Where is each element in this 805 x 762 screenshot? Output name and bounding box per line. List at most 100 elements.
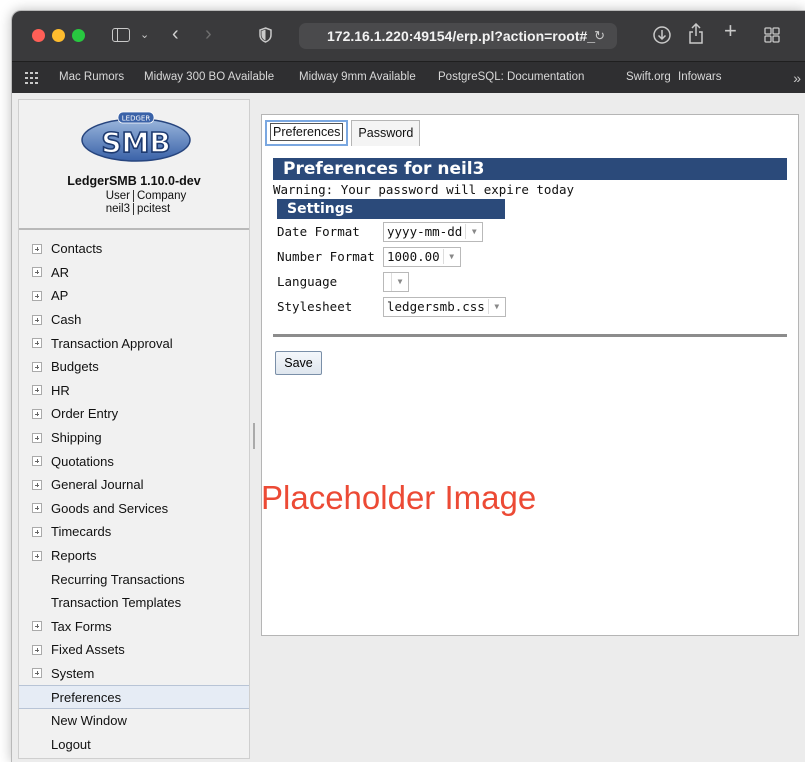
- expand-plus-icon[interactable]: [32, 621, 42, 632]
- sidebar-item-general-journal[interactable]: General Journal: [19, 473, 249, 497]
- sidebar-item-label: Fixed Assets: [51, 642, 125, 658]
- expand-plus-icon[interactable]: [32, 385, 42, 396]
- sidebar-item-reports[interactable]: Reports: [19, 544, 249, 568]
- number-format-label: Number Format: [277, 249, 375, 264]
- sidebar-item-logout[interactable]: Logout: [19, 732, 249, 756]
- close-window-button[interactable]: [32, 29, 45, 42]
- bookmarks-bar: Mac Rumors Midway 300 BO Available Midwa…: [12, 61, 805, 93]
- browser-window: ⌄ ‹ › 172.16.1.220:49154/erp.pl?action=r…: [11, 10, 805, 762]
- back-icon[interactable]: ‹: [172, 24, 179, 44]
- sidebar-item-recurring-transactions[interactable]: Recurring Transactions: [19, 567, 249, 591]
- expand-plus-icon[interactable]: [32, 267, 42, 278]
- share-icon[interactable]: [688, 23, 704, 45]
- sidebar-item-shipping[interactable]: Shipping: [19, 426, 249, 450]
- sidebar-item-label: System: [51, 665, 95, 681]
- sidebar-item-order-entry[interactable]: Order Entry: [19, 402, 249, 426]
- expand-plus-icon[interactable]: [32, 408, 42, 419]
- stylesheet-value: ledgersmb.css: [384, 299, 489, 314]
- download-icon[interactable]: [652, 25, 672, 45]
- user-label: User: [74, 190, 134, 202]
- main-menu: Contacts AR AP Cash Transaction Approval Budg…: [19, 237, 249, 756]
- address-bar[interactable]: 172.16.1.220:49154/erp.pl?action=root#_ …: [299, 23, 617, 49]
- save-button[interactable]: Save: [275, 351, 322, 375]
- bookmark-link[interactable]: Midway 300 BO Available: [144, 71, 274, 83]
- logo-top-text: LEDGER: [122, 115, 151, 123]
- sidebar-item-label: Goods and Services: [51, 500, 169, 516]
- bookmark-link[interactable]: Swift.org: [626, 71, 671, 83]
- zoom-window-button[interactable]: [72, 29, 85, 42]
- expand-plus-icon[interactable]: [32, 432, 42, 443]
- stylesheet-label: Stylesheet: [277, 299, 353, 314]
- sidebar-item-label: New Window: [51, 713, 127, 729]
- pane-resize-handle[interactable]: [253, 423, 255, 449]
- chevron-down-icon: ▼: [449, 252, 455, 261]
- sidebar-item-cash[interactable]: Cash: [19, 308, 249, 332]
- title-bar: ⌄ ‹ › 172.16.1.220:49154/erp.pl?action=r…: [12, 11, 805, 61]
- sidebar-item-transaction-templates[interactable]: Transaction Templates: [19, 591, 249, 615]
- chevron-down-icon[interactable]: ⌄: [140, 27, 149, 43]
- minimize-window-button[interactable]: [52, 29, 65, 42]
- url-text[interactable]: 172.16.1.220:49154/erp.pl?action=root#_: [327, 28, 595, 44]
- new-tab-icon[interactable]: +: [724, 20, 737, 42]
- expand-plus-icon[interactable]: [32, 479, 42, 490]
- reload-icon[interactable]: ↻: [594, 28, 605, 44]
- sidebar-item-label: Tax Forms: [51, 618, 112, 634]
- sidebar-toggle-icon[interactable]: [112, 28, 130, 42]
- sidebar-item-label: Cash: [51, 312, 82, 328]
- stylesheet-select[interactable]: ledgersmb.css ▼: [383, 296, 506, 317]
- sidebar-item-new-window[interactable]: New Window: [19, 709, 249, 733]
- sidebar-item-label: Preferences: [51, 689, 122, 705]
- sidebar-item-label: Quotations: [51, 453, 114, 469]
- shield-icon[interactable]: [259, 27, 272, 43]
- sidebar-item-label: Recurring Transactions: [51, 571, 185, 587]
- expand-plus-icon[interactable]: [32, 290, 42, 301]
- settings-heading: Settings: [277, 199, 505, 219]
- sidebar-item-tax-forms[interactable]: Tax Forms: [19, 615, 249, 639]
- number-format-row: Number Format 1000.00 ▼: [273, 244, 787, 269]
- bookmarks-overflow-icon[interactable]: »: [793, 70, 801, 86]
- tab-password[interactable]: Password: [351, 120, 421, 146]
- apps-grid-icon[interactable]: [25, 72, 41, 84]
- preferences-form: Preferences for neil3 Warning: Your pass…: [273, 158, 787, 375]
- sidebar-item-hr[interactable]: HR: [19, 379, 249, 403]
- bookmark-link[interactable]: Mac Rumors: [59, 71, 124, 83]
- number-format-select[interactable]: 1000.00 ▼: [383, 246, 461, 267]
- sidebar-item-quotations[interactable]: Quotations: [19, 449, 249, 473]
- sidebar-item-contacts[interactable]: Contacts: [19, 237, 249, 261]
- sidebar-item-system[interactable]: System: [19, 662, 249, 686]
- expand-plus-icon[interactable]: [32, 456, 42, 467]
- tab-label: Password: [358, 126, 414, 140]
- forward-icon[interactable]: ›: [205, 24, 212, 44]
- expand-plus-icon[interactable]: [32, 526, 42, 537]
- tab-preferences[interactable]: Preferences: [265, 120, 349, 146]
- sidebar-item-preferences[interactable]: Preferences: [19, 685, 249, 709]
- sidebar-item-budgets[interactable]: Budgets: [19, 355, 249, 379]
- sidebar-item-transaction-approval[interactable]: Transaction Approval: [19, 331, 249, 355]
- sidebar-item-timecards[interactable]: Timecards: [19, 520, 249, 544]
- sidebar-item-label: Order Entry: [51, 406, 119, 422]
- sidebar-item-ar[interactable]: AR: [19, 261, 249, 285]
- bookmark-link[interactable]: Infowars: [678, 71, 721, 83]
- sidebar-item-label: Transaction Approval: [51, 335, 173, 351]
- expand-plus-icon[interactable]: [32, 243, 42, 254]
- chevron-down-icon: ▼: [471, 227, 477, 236]
- expand-plus-icon[interactable]: [32, 503, 42, 514]
- sidebar-item-ap[interactable]: AP: [19, 284, 249, 308]
- expand-plus-icon[interactable]: [32, 361, 42, 372]
- stylesheet-row: Stylesheet ledgersmb.css ▼: [273, 294, 787, 319]
- expand-plus-icon[interactable]: [32, 338, 42, 349]
- bookmark-link[interactable]: PostgreSQL: Documentation: [438, 71, 584, 83]
- password-warning: Warning: Your password will expire today: [273, 182, 575, 197]
- bookmark-link[interactable]: Midway 9mm Available: [299, 71, 416, 83]
- expand-plus-icon[interactable]: [32, 668, 42, 679]
- expand-plus-icon[interactable]: [32, 644, 42, 655]
- tab-overview-icon[interactable]: [764, 27, 780, 43]
- sidebar-item-goods-and-services[interactable]: Goods and Services: [19, 497, 249, 521]
- date-format-select[interactable]: yyyy-mm-dd ▼: [383, 221, 484, 242]
- sidebar-item-fixed-assets[interactable]: Fixed Assets: [19, 638, 249, 662]
- expand-plus-icon[interactable]: [32, 314, 42, 325]
- sidebar-item-label: AP: [51, 288, 69, 304]
- language-select[interactable]: ▼: [383, 271, 409, 292]
- number-format-value: 1000.00: [384, 249, 444, 264]
- expand-plus-icon[interactable]: [32, 550, 42, 561]
